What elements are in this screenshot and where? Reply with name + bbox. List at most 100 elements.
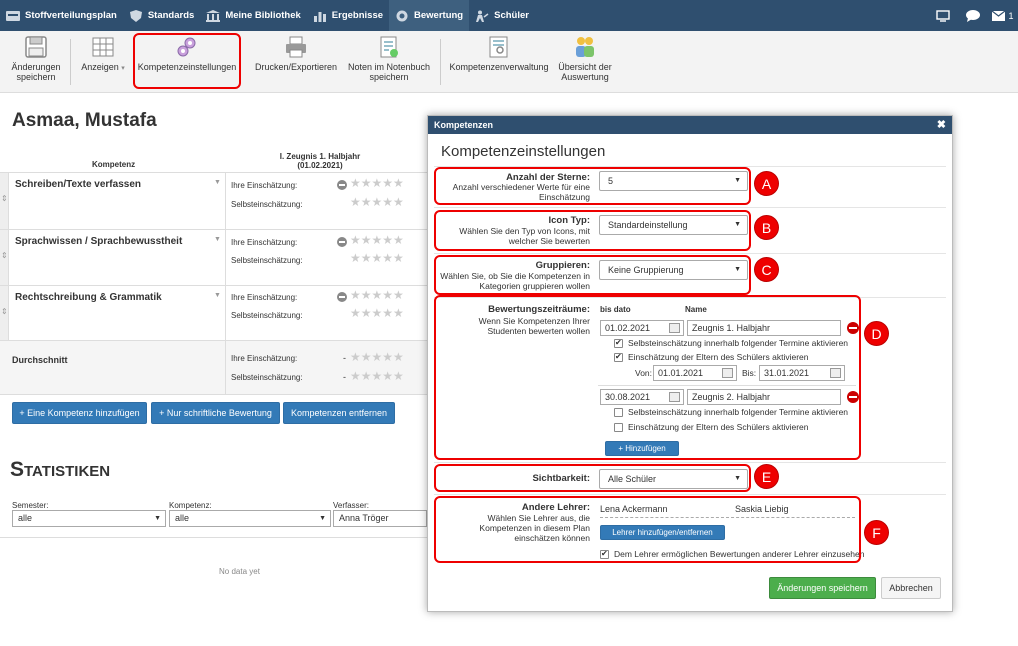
toolbar-label: Noten im Notenbuch speichern [347,62,431,82]
mail-icon[interactable]: 1 [988,0,1018,31]
modal-header-title: Kompetenzen [434,120,494,130]
written-only-button[interactable]: + Nur schriftliche Bewertung [151,402,280,424]
chat-icon[interactable] [958,0,988,31]
nav-label: Bewertung [414,10,464,21]
drag-handle[interactable]: ⇕ [0,173,9,229]
nav-item-plan[interactable]: Stoffverteilungsplan [0,0,123,31]
competence-name: Rechtschreibung & Grammatik [15,292,162,303]
gradebook-icon [380,36,398,58]
mail-count: 1 [1008,10,1014,21]
highlight-c [434,255,751,295]
own-rating-stars[interactable]: ★★★★★ [350,233,404,247]
document-search-icon [489,36,508,58]
add-competence-button[interactable]: + Eine Kompetenz hinzufügen [12,402,147,424]
divider [225,230,226,285]
view-dropdown-button[interactable]: Anzeigen ▾ [78,35,128,89]
self-average-value: - [343,372,346,382]
settings-highlight [133,33,241,89]
highlight-b [434,210,751,251]
toolbar-separator [440,39,441,85]
semester-select[interactable]: alle ▼ [12,510,166,527]
author-select[interactable]: Anna Tröger [333,510,427,527]
save-changes-button[interactable]: Änderungen speichern [6,35,66,89]
remove-competences-button[interactable]: Kompetenzen entfernen [283,402,395,424]
own-rating-label: Ihre Einschätzung: [231,181,298,190]
own-rating-label: Ihre Einschätzung: [231,238,298,247]
own-rating-label: Ihre Einschätzung: [231,354,298,363]
save-to-gradebook-button[interactable]: Noten im Notenbuch speichern [345,35,433,89]
marker-badge-d: D [864,321,889,346]
self-rating-label: Selbsteinschätzung: [231,311,303,320]
own-rating-stars[interactable]: ★★★★★ [350,176,404,190]
modal-title: Kompetenzeinstellungen [441,143,606,160]
marker-badge-a: A [754,171,779,196]
self-average-stars: ★★★★★ [350,369,404,383]
shield-icon [129,9,142,22]
divider [434,253,946,254]
highlight-f [434,496,861,563]
nav-item-results[interactable]: Ergebnisse [307,0,389,31]
nav-item-standards[interactable]: Standards [123,0,200,31]
nav-label: Meine Bibliothek [225,10,301,21]
student-name: Asmaa, Mustafa [12,110,157,131]
report-column-header: I. Zeugnis 1. Halbjahr (01.02.2021) [279,152,361,170]
cancel-button[interactable]: Abbrechen [881,577,941,599]
save-changes-modal-button[interactable]: Änderungen speichern [769,577,876,599]
divider [225,286,226,340]
divider [225,341,226,395]
chevron-down-icon[interactable]: ▼ [214,236,221,243]
own-average-stars: ★★★★★ [350,350,404,364]
highlight-d [434,295,861,460]
clear-rating-icon[interactable] [337,292,347,302]
competence-row: ⇕ Sprachwissen / Sprachbewusstheit ▼ Ihr… [0,229,427,285]
self-rating-stars: ★★★★★ [350,306,404,320]
self-rating-label: Selbsteinschätzung: [231,256,303,265]
competence-name: Sprachwissen / Sprachbewusstheit [15,236,183,247]
clear-rating-icon[interactable] [337,237,347,247]
no-data-text: No data yet [219,567,260,576]
print-export-button[interactable]: Drucken/Exportieren [253,35,339,89]
modal-header: Kompetenzen ✖ [428,116,952,134]
rating-icon [396,10,408,21]
drag-handle[interactable]: ⇕ [0,286,9,340]
marker-badge-e: E [754,464,779,489]
nav-item-library[interactable]: Meine Bibliothek [200,0,306,31]
drag-handle[interactable]: ⇕ [0,230,9,285]
own-rating-stars[interactable]: ★★★★★ [350,288,404,302]
marker-badge-b: B [754,215,779,240]
toolbar-label: Änderungen speichern [11,62,61,82]
statistics-title: Statistiken [10,458,111,481]
semester-label: Semester: [12,501,49,510]
competence-select[interactable]: alle ▼ [169,510,331,527]
close-icon[interactable]: ✖ [937,116,946,134]
nav-label: Schüler [494,10,529,21]
marker-badge-f: F [864,520,889,545]
clear-rating-icon[interactable] [337,180,347,190]
top-navigation: Stoffverteilungsplan Standards Meine Bib… [0,0,1018,31]
average-row: Durchschnitt Ihre Einschätzung: - ★★★★★ … [0,340,427,395]
students-icon [476,10,489,22]
nav-label: Ergebnisse [331,10,384,21]
highlight-e [434,464,751,492]
toolbar-label: Kompetenzenverwaltung [449,62,549,72]
plan-icon [6,10,20,21]
competence-management-button[interactable]: Kompetenzenverwaltung [447,35,551,89]
competence-column-header: Kompetenz [92,160,136,169]
marker-badge-c: C [754,257,779,282]
screen-share-icon[interactable] [928,0,958,31]
competence-row: ⇕ Rechtschreibung & Grammatik ▼ Ihre Ein… [0,285,427,340]
competence-name: Schreiben/Texte verfassen [15,179,141,190]
toolbar-label: Übersicht der Auswertung [558,62,612,82]
chevron-down-icon[interactable]: ▼ [214,292,221,299]
nav-label: Stoffverteilungsplan [25,10,117,21]
evaluation-overview-button[interactable]: Übersicht der Auswertung [555,35,615,89]
nav-item-rating[interactable]: Bewertung [389,0,470,31]
nav-item-students[interactable]: Schüler [469,0,535,31]
table-bottom-border [0,394,427,395]
toolbar: Änderungen speichern Anzeigen ▾ Kompeten… [0,31,1018,93]
divider [434,494,946,495]
chevron-down-icon[interactable]: ▼ [214,179,221,186]
chart-icon [313,11,326,22]
grid-view-icon [92,37,114,57]
average-label: Durchschnitt [12,355,68,365]
